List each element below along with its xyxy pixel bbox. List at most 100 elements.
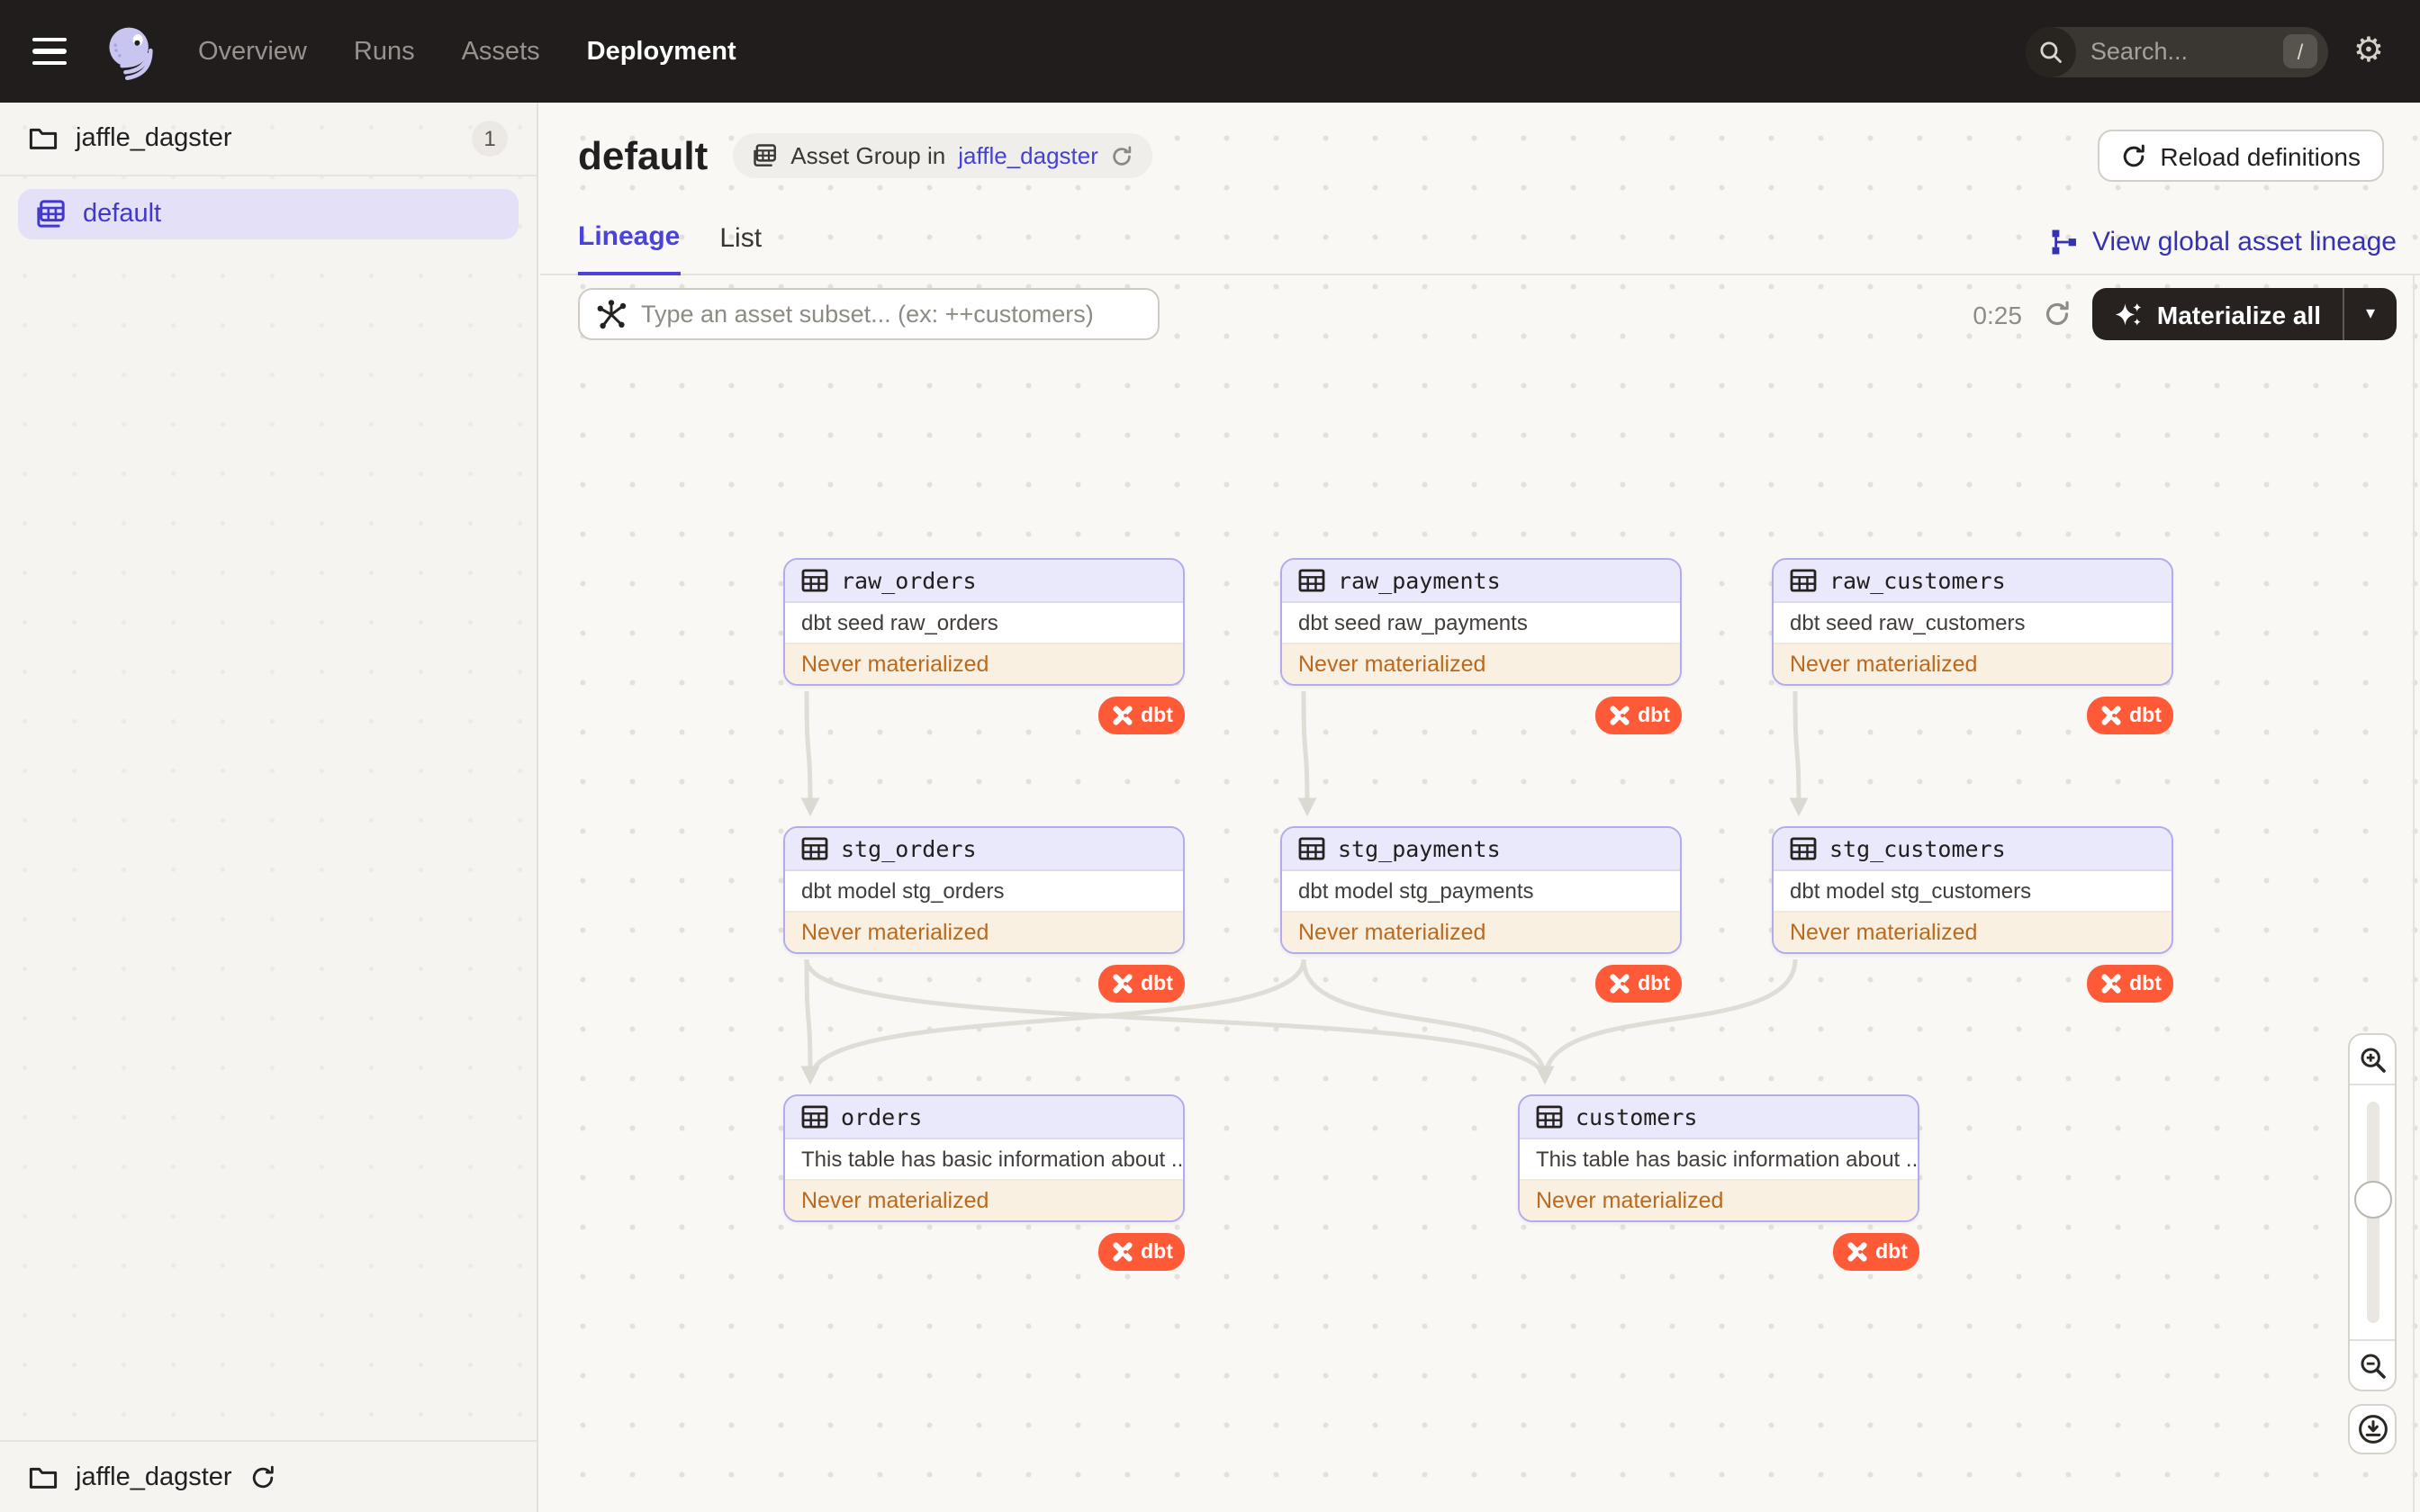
asset-node-stg_orders[interactable]: stg_orders dbt model stg_orders Never mate… [783, 826, 1185, 954]
dbt-badge-label: dbt [1141, 705, 1173, 726]
search-input[interactable]: Search... / [2025, 26, 2328, 76]
sidebar-item-code-location[interactable]: jaffle_dagster 1 [0, 103, 537, 176]
reload-definitions-button[interactable]: Reload definitions [2097, 130, 2384, 182]
asset-group-icon [37, 200, 65, 228]
dbt-badge-label: dbt [1638, 705, 1670, 726]
asset-node-customers[interactable]: customers This table has basic informatio… [1518, 1094, 1919, 1222]
view-global-asset-lineage-label: View global asset lineage [2091, 227, 2397, 257]
lineage-graph-icon [2052, 230, 2076, 255]
dbt-kind-badge: dbt [1595, 965, 1682, 1003]
sidebar-footer: jaffle_dagster [0, 1440, 538, 1512]
chevron-down-icon[interactable]: ▾ [2344, 288, 2397, 340]
refresh-icon[interactable] [1111, 145, 1133, 166]
page-title: default [578, 132, 709, 177]
dbt-kind-badge: dbt [1098, 965, 1185, 1003]
gear-icon[interactable]: ⚙ [2353, 33, 2384, 68]
zoom-in-button[interactable] [2350, 1035, 2395, 1084]
table-icon [1790, 569, 1817, 592]
asset-node-header: orders [785, 1096, 1183, 1139]
tab-lineage[interactable]: Lineage [578, 221, 681, 275]
zoom-slider[interactable] [2350, 1084, 2395, 1341]
asset-subset-input[interactable] [578, 288, 1160, 340]
search-placeholder: Search... [2090, 38, 2188, 65]
asset-name: raw_orders [841, 567, 977, 594]
asset-status: Never materialized [785, 1179, 1183, 1220]
asset-name: orders [841, 1103, 923, 1130]
table-icon [801, 1105, 828, 1129]
zoom-out-button[interactable] [2350, 1341, 2395, 1390]
dbt-kind-badge: dbt [2087, 965, 2173, 1003]
table-icon [1536, 1105, 1563, 1129]
dbt-logo-icon [1609, 974, 1629, 994]
asset-status: Never materialized [1282, 643, 1680, 684]
menu-icon[interactable] [32, 26, 83, 76]
dbt-logo-icon [1112, 706, 1132, 725]
asset-group-breadcrumb: Asset Group in jaffle_dagster [733, 133, 1152, 178]
dbt-kind-badge: dbt [2087, 697, 2173, 734]
tab-list[interactable]: List [719, 223, 762, 274]
search-icon [2025, 26, 2076, 76]
dbt-badge-label: dbt [2129, 705, 2162, 726]
asset-node-stg_payments[interactable]: stg_payments dbt model stg_payments Never … [1280, 826, 1682, 954]
table-icon [1790, 837, 1817, 860]
materialize-all-button[interactable]: Materialize all ▾ [2091, 288, 2397, 340]
asset-node-raw_payments[interactable]: raw_paymentsdbt seed raw_payments Never m… [1280, 558, 1682, 686]
folder-icon [29, 128, 58, 149]
lineage-edge [800, 690, 820, 817]
dbt-badge-label: dbt [1141, 973, 1173, 994]
lineage-edge [800, 958, 1306, 1085]
breadcrumb-location-link[interactable]: jaffle_dagster [958, 142, 1098, 169]
asset-description: dbt seed raw_orders [801, 610, 998, 635]
table-icon [1298, 569, 1325, 592]
view-global-asset-lineage-link[interactable]: View global asset lineage [2051, 227, 2397, 274]
dbt-kind-badge: dbt [1098, 697, 1185, 734]
dbt-badge-label: dbt [2129, 973, 2162, 994]
lineage-edge [1789, 690, 1809, 817]
nav-item-overview[interactable]: Overview [198, 37, 307, 66]
asset-description: This table has basic information about .… [801, 1147, 1183, 1172]
asset-name: stg_customers [1829, 835, 2006, 862]
main-content: default Asset Group in jaffle_dagster Re… [540, 103, 2420, 1512]
table-icon [801, 837, 828, 860]
asset-node-header: stg_payments [1282, 828, 1680, 871]
asset-name: raw_customers [1829, 567, 2006, 594]
asset-status: Never materialized [1282, 911, 1680, 952]
asset-description: dbt seed raw_payments [1298, 610, 1528, 635]
dbt-logo-icon [1847, 1242, 1866, 1262]
dagster-logo-icon[interactable] [101, 21, 162, 82]
sparkle-icon [2115, 302, 2142, 325]
materialize-all-label: Materialize all [2156, 300, 2321, 328]
download-image-button[interactable] [2348, 1404, 2397, 1454]
asset-node-stg_customers[interactable]: stg_customers dbt model stg_customers Neve… [1772, 826, 2173, 954]
search-shortcut-key: / [2282, 34, 2317, 68]
asset-status: Never materialized [1520, 1179, 1918, 1220]
group-label: default [83, 200, 162, 229]
asset-description: dbt seed raw_customers [1790, 610, 2026, 635]
asset-node-header: raw_customers [1774, 560, 2172, 603]
asset-group-icon [754, 144, 777, 166]
asset-node-raw_customers[interactable]: raw_customersdbt seed raw_customers Never… [1772, 558, 2173, 686]
asset-status: Never materialized [1774, 643, 2172, 684]
asset-status: Never materialized [785, 643, 1183, 684]
refresh-timer: 0:25 [1973, 300, 2022, 328]
table-icon [801, 569, 828, 592]
nav-item-assets[interactable]: Assets [462, 37, 540, 66]
dbt-badge-label: dbt [1875, 1241, 1908, 1263]
dbt-logo-icon [1112, 1242, 1132, 1262]
asset-name: customers [1576, 1103, 1698, 1130]
nav-item-runs[interactable]: Runs [354, 37, 415, 66]
nav-item-deployment[interactable]: Deployment [587, 37, 736, 66]
asset-description: dbt model stg_orders [801, 878, 1005, 904]
asset-name: stg_payments [1338, 835, 1501, 862]
asset-name: raw_payments [1338, 567, 1501, 594]
refresh-icon[interactable] [250, 1464, 275, 1490]
refresh-icon[interactable] [2044, 301, 2071, 328]
asset-node-raw_orders[interactable]: raw_ordersdbt seed raw_orders Never mater… [783, 558, 1185, 686]
lineage-graph-canvas[interactable]: 0:25 Materialize all ▾ [540, 275, 2420, 1512]
asset-status: Never materialized [785, 911, 1183, 952]
lineage-edge [1297, 690, 1317, 817]
zoom-slider-handle[interactable] [2353, 1181, 2391, 1219]
dbt-logo-icon [1609, 706, 1629, 725]
asset-node-orders[interactable]: orders This table has basic information a… [783, 1094, 1185, 1222]
sidebar-item-default-group[interactable]: default [18, 189, 519, 239]
